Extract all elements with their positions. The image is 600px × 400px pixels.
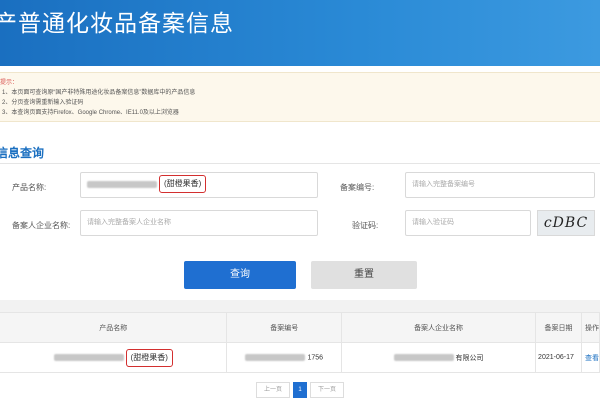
notice-panel: 提示： 1、本页面可查询原“国产非特殊用途化妆品备案信息”数据库中的产品信息 2…: [0, 72, 600, 122]
column-header: 备案日期: [535, 312, 582, 343]
company-label: 备案人企业名称:: [12, 221, 71, 230]
product-name-tag: (甜橙果香): [158, 175, 207, 194]
notice-line: 3、本查询页面支持Firefox、Google Chrome、IE11.0及以上…: [2, 110, 179, 116]
captcha-label: 验证码:: [352, 221, 379, 230]
captcha-input[interactable]: 请输入验证码: [405, 210, 531, 236]
column-header: 产品名称: [0, 312, 228, 343]
company-input[interactable]: 请输入完整备案人企业名称: [80, 210, 318, 236]
company-placeholder: 请输入完整备案人企业名称: [87, 219, 171, 226]
notice-line: 2、分页查询需重新输入验证码: [2, 100, 84, 106]
redacted-text: [87, 180, 157, 188]
record-no-input[interactable]: 请输入完整备案编号: [405, 172, 595, 198]
product-name-input[interactable]: (甜橙果香): [80, 172, 318, 198]
record-no-cell: 1756: [226, 342, 343, 373]
record-no-label: 备案编号:: [340, 183, 375, 192]
table-header-row: 产品名称 备案编号 备案人企业名称 备案日期 操作: [0, 312, 600, 343]
captcha-image[interactable]: cDBC: [537, 210, 595, 236]
redacted-text: [245, 353, 306, 361]
divider: [0, 163, 600, 164]
notice-line: 1、本页面可查询原“国产非特殊用途化妆品备案信息”数据库中的产品信息: [2, 90, 196, 96]
view-link[interactable]: 查看: [581, 342, 600, 373]
date-text: 2021-06-17: [538, 354, 574, 361]
record-no-placeholder: 请输入完整备案编号: [412, 181, 475, 188]
prev-page-button[interactable]: 上一页: [256, 382, 290, 398]
query-button[interactable]: 查询: [184, 261, 296, 289]
date-cell: 2021-06-17: [535, 342, 582, 373]
product-tag: (甜橙果香): [125, 348, 173, 367]
reset-button[interactable]: 重置: [311, 261, 417, 289]
page-1-button[interactable]: 1: [293, 382, 307, 398]
results-separator: [0, 300, 600, 312]
record-no-suffix: 1756: [307, 354, 324, 362]
company-suffix: 有限公司: [455, 354, 484, 362]
section-title: 信息查询: [0, 146, 45, 160]
redacted-text: [53, 354, 124, 361]
column-header: 备案编号: [226, 312, 343, 343]
results-table: 产品名称 备案编号 备案人企业名称 备案日期 操作 (甜橙果香) 1756 有限…: [0, 312, 600, 373]
table-row: (甜橙果香) 1756 有限公司 2021-06-17 查看: [0, 342, 600, 373]
company-cell: 有限公司: [341, 342, 537, 373]
product-name-label: 产品名称:: [12, 183, 47, 192]
column-header: 操作: [581, 312, 600, 343]
product-cell: (甜橙果香): [0, 342, 228, 373]
redacted-text: [393, 354, 454, 362]
column-header: 备案人企业名称: [341, 312, 537, 343]
next-page-button[interactable]: 下一页: [310, 382, 344, 398]
captcha-placeholder: 请输入验证码: [412, 219, 454, 226]
page-title: 产普通化妆品备案信息: [0, 11, 234, 37]
notice-title: 提示：: [0, 80, 19, 86]
page-header: 产普通化妆品备案信息: [0, 0, 600, 66]
